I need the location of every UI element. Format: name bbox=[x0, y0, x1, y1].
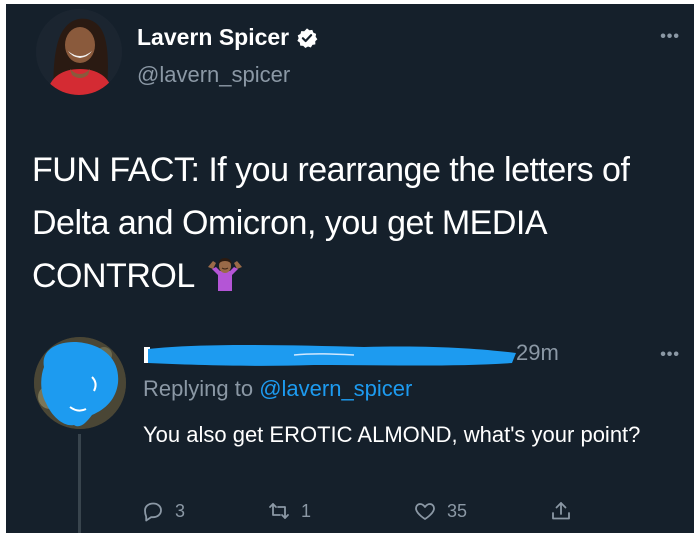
author-photo bbox=[36, 9, 122, 95]
more-options-icon[interactable]: ••• bbox=[660, 28, 680, 46]
retweet-count: 1 bbox=[301, 500, 312, 521]
author-avatar[interactable] bbox=[36, 9, 122, 95]
author-name[interactable]: Lavern Spicer bbox=[137, 24, 289, 51]
reply-text: You also get EROTIC ALMOND, what's your … bbox=[143, 422, 641, 447]
tweet-screenshot: Lavern Spicer @lavern_spicer ••• FUN FAC… bbox=[6, 4, 694, 533]
share-icon bbox=[552, 502, 570, 520]
verified-badge-icon bbox=[296, 27, 318, 49]
reply-timestamp[interactable]: 29m bbox=[516, 340, 559, 366]
replying-to-mention[interactable]: @lavern_spicer bbox=[259, 376, 412, 401]
tweet-body: FUN FACT: If you rearrange the letters o… bbox=[32, 144, 682, 303]
heart-icon bbox=[415, 503, 435, 520]
tweet-text: FUN FACT: If you rearrange the letters o… bbox=[32, 151, 630, 295]
reply-button[interactable]: 3 bbox=[141, 499, 185, 523]
retweet-icon bbox=[269, 503, 289, 519]
author-name-row[interactable]: Lavern Spicer bbox=[137, 24, 318, 51]
like-button[interactable]: 35 bbox=[413, 499, 467, 523]
retweet-button[interactable]: 1 bbox=[267, 499, 311, 523]
thread-line bbox=[78, 434, 81, 533]
author-handle[interactable]: @lavern_spicer bbox=[137, 62, 290, 88]
reply-actions-bar: 3 1 35 bbox=[141, 499, 601, 529]
person-shrugging-emoji-icon bbox=[206, 254, 244, 291]
replying-to-prefix: Replying to bbox=[143, 376, 260, 401]
reply-more-options-icon[interactable]: ••• bbox=[660, 346, 680, 364]
share-button[interactable] bbox=[549, 499, 583, 523]
reply-avatar[interactable] bbox=[34, 337, 126, 429]
replying-to-line: Replying to @lavern_spicer bbox=[143, 376, 412, 402]
reply-icon bbox=[144, 502, 162, 522]
like-count: 35 bbox=[447, 500, 468, 521]
reply-count: 3 bbox=[175, 500, 186, 521]
redacted-avatar-icon bbox=[34, 337, 126, 429]
redacted-display-name bbox=[144, 345, 516, 366]
